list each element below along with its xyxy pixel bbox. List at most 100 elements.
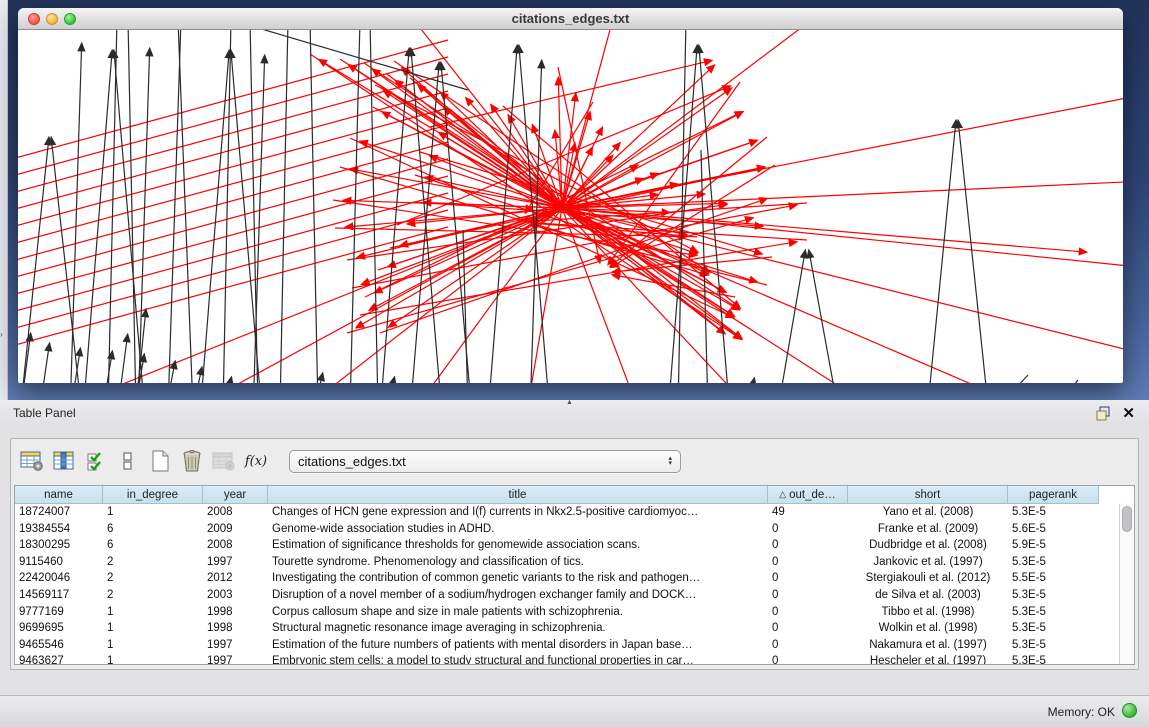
node-table: namein_degreeyeartitle△out_de…shortpager… [14,485,1135,665]
table-row[interactable]: 1872400712008Changes of HCN gene express… [15,504,1134,521]
table-vertical-scrollbar[interactable] [1119,504,1134,664]
table-row[interactable]: 2242004622012Investigating the contribut… [15,570,1134,587]
table-row[interactable]: 946554611997Estimation of the future num… [15,637,1134,654]
column-header-label: pagerank [1029,489,1077,501]
network-desktop: citations_edges.txt [8,0,1149,400]
minimize-traffic-light-icon[interactable] [46,13,58,25]
control-panel-collapse-strip[interactable]: › [0,0,8,400]
column-header-label: title [509,489,527,501]
table-row[interactable]: 977716911998Corpus callosum shape and si… [15,604,1134,621]
column-header-label: out_de… [789,489,836,501]
table-cell: 5.3E-5 [1008,587,1099,604]
table-cell: 2 [103,587,203,604]
table-cell: Jankovic et al. (1997) [848,554,1008,571]
table-cell: 9115460 [15,554,103,571]
network-window: citations_edges.txt [18,8,1123,383]
network-graph[interactable] [18,30,1123,383]
table-cell: 14569117 [15,587,103,604]
table-cell: 2 [103,554,203,571]
column-header-in_degree[interactable]: in_degree [103,486,203,504]
table-cell: 5.3E-5 [1008,620,1099,637]
column-header-label: in_degree [127,489,178,501]
column-header-name[interactable]: name [15,486,103,504]
delete-rows-button[interactable] [177,446,207,476]
clear-selection-button[interactable] [113,446,143,476]
close-traffic-light-icon[interactable] [28,13,40,25]
table-cell: Nakamura et al. (1997) [848,637,1008,654]
column-settings-button[interactable] [17,446,47,476]
table-cell: 5.3E-5 [1008,554,1099,571]
table-cell: 5.3E-5 [1008,653,1099,665]
table-cell: 2012 [203,570,268,587]
table-row[interactable]: 911546021997Tourette syndrome. Phenomeno… [15,554,1134,571]
table-cell: 5.3E-5 [1008,504,1099,521]
column-header-pagerank[interactable]: pagerank [1008,486,1099,504]
table-row[interactable]: 946362711997Embryonic stem cells: a mode… [15,653,1134,665]
table-cell: 22420046 [15,570,103,587]
table-panel-header: ▲ Table Panel ✕ [0,400,1149,428]
table-cell: Corpus callosum shape and size in male p… [268,604,768,621]
table-cell: 2 [103,570,203,587]
scrollbar-thumb[interactable] [1122,506,1132,532]
table-row[interactable]: 969969511998Structural magnetic resonanc… [15,620,1134,637]
table-chooser-dropdown[interactable]: citations_edges.txt ▴▾ [289,450,681,473]
table-row[interactable]: 1830029562008Estimation of significance … [15,537,1134,554]
table-cell: Disruption of a novel member of a sodium… [268,587,768,604]
column-header-short[interactable]: short [848,486,1008,504]
table-cell: Estimation of the future numbers of pati… [268,637,768,654]
table-cell: de Silva et al. (2003) [848,587,1008,604]
table-cell: Wolkin et al. (1998) [848,620,1008,637]
zoom-traffic-light-icon[interactable] [64,13,76,25]
table-cell: 1 [103,604,203,621]
table-cell: 5.3E-5 [1008,637,1099,654]
table-cell: Estimation of significance thresholds fo… [268,537,768,554]
table-panel: ▲ Table Panel ✕ [0,400,1149,695]
table-cell: Changes of HCN gene expression and I(f) … [268,504,768,521]
table-cell: 0 [768,653,848,665]
status-bar: Memory: OK [0,695,1149,727]
table-cell: 2008 [203,537,268,554]
table-cell: 19384554 [15,521,103,538]
table-cell: Investigating the contribution of common… [268,570,768,587]
column-header-label: year [224,489,246,501]
table-cell: Yano et al. (2008) [848,504,1008,521]
table-cell: 1998 [203,620,268,637]
float-window-icon[interactable] [1096,406,1111,421]
table-cell: Structural magnetic resonance image aver… [268,620,768,637]
memory-ok-indicator-icon [1122,703,1137,718]
select-all-rows-button[interactable] [81,446,111,476]
close-panel-icon[interactable]: ✕ [1122,404,1135,422]
table-cell: Franke et al. (2009) [848,521,1008,538]
column-header-year[interactable]: year [203,486,268,504]
table-cell: 0 [768,587,848,604]
table-cell: Hescheler et al. (1997) [848,653,1008,665]
show-hide-column-button[interactable] [49,446,79,476]
table-toolbar: f(x) citations_edges.txt ▴▾ [11,439,1138,483]
table-cell: 1997 [203,637,268,654]
cytoscape-app: › citations_edges.txt ▲ Table Panel ✕ [0,0,1149,727]
table-panel-title: Table Panel [13,406,76,420]
split-divider-handle[interactable]: ▲ [566,399,573,406]
table-row[interactable]: 1456911722003Disruption of a novel membe… [15,587,1134,604]
table-cell: 1 [103,653,203,665]
table-cell: 5.3E-5 [1008,604,1099,621]
column-header-out_de[interactable]: △out_de… [768,486,848,504]
sort-ascending-icon: △ [779,489,786,500]
table-cell: 0 [768,570,848,587]
function-builder-button[interactable]: f(x) [241,446,271,476]
new-table-button[interactable] [145,446,175,476]
table-header-row: namein_degreeyeartitle△out_de…shortpager… [15,486,1134,504]
table-chooser-value: citations_edges.txt [298,454,668,469]
table-cell: 0 [768,521,848,538]
network-window-titlebar[interactable]: citations_edges.txt [18,8,1123,30]
table-cell: 0 [768,637,848,654]
table-cell: 2003 [203,587,268,604]
table-cell: 1997 [203,653,268,665]
table-row[interactable]: 1938455462009Genome-wide association stu… [15,521,1134,538]
table-cell: 9463627 [15,653,103,665]
network-canvas[interactable] [18,30,1123,383]
table-cell: 5.5E-5 [1008,570,1099,587]
collapse-arrow-icon[interactable]: › [0,330,3,339]
function-icon: f(x) [245,454,267,469]
column-header-title[interactable]: title [268,486,768,504]
